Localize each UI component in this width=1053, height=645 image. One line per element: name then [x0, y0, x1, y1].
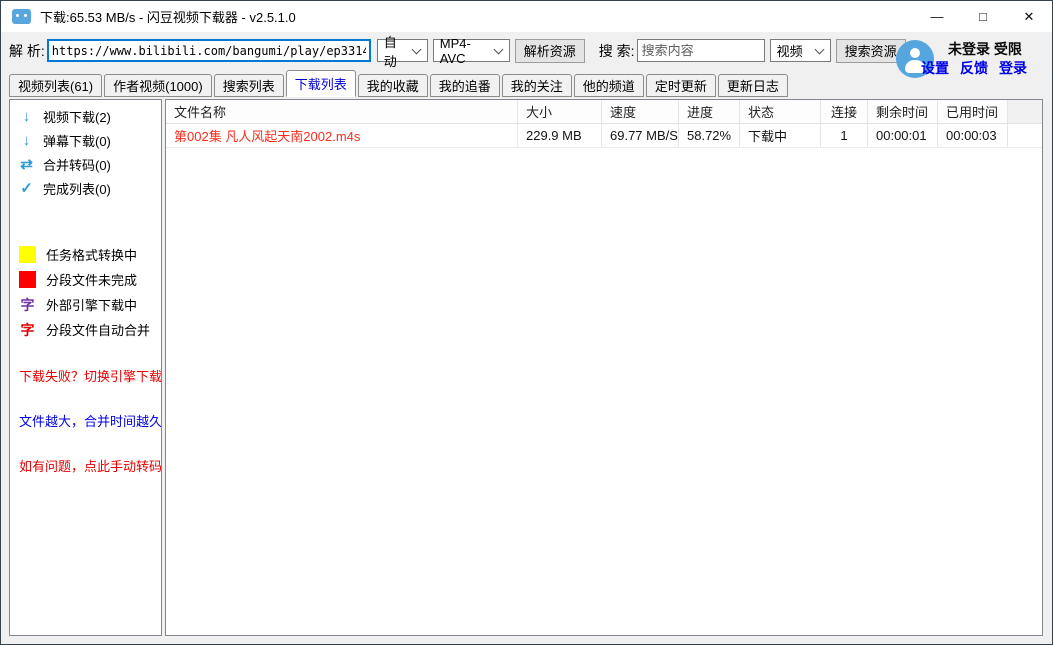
toolbar: 解 析: 自动 MP4-AVC 解析资源 搜 索: 视频 搜索资源: [1, 32, 1052, 69]
note-merge-time: 文件越大，合并时间越久: [10, 411, 161, 430]
parse-resource-button[interactable]: 解析资源: [515, 39, 585, 63]
sidebar-item-label: 弹幕下载(0): [43, 131, 111, 150]
column-header-filler: [1008, 100, 1042, 123]
cell-speed: 69.77 MB/S: [602, 124, 679, 147]
search-type-value: 视频: [777, 41, 803, 60]
chevron-down-icon: [411, 44, 421, 54]
tab-search-list[interactable]: 搜索列表: [214, 74, 284, 97]
red-char-icon: 字: [19, 320, 36, 340]
download-icon: ↓: [19, 108, 34, 125]
table-header: 文件名称 大小 速度 进度 状态 连接 剩余时间 已用时间: [166, 100, 1042, 124]
legend-auto-merge: 字 分段文件自动合并: [10, 317, 161, 342]
cell-remaining: 00:00:01: [868, 124, 938, 147]
sidebar: ↓ 视频下载(2) ↓ 弹幕下载(0) ⇄ 合并转码(0) ✓ 完成列表(0) …: [9, 99, 162, 636]
cell-size: 229.9 MB: [518, 124, 602, 147]
table-row[interactable]: 第002集 凡人风起天南2002.m4s 229.9 MB 69.77 MB/S…: [166, 124, 1042, 148]
sidebar-item-label: 完成列表(0): [43, 179, 111, 198]
tab-download-list[interactable]: 下载列表: [286, 70, 356, 97]
url-input[interactable]: [47, 39, 371, 62]
tab-scheduled-update[interactable]: 定时更新: [646, 74, 716, 97]
window-controls: — □ ✕: [914, 1, 1052, 32]
tab-video-list[interactable]: 视频列表(61): [9, 74, 102, 97]
sidebar-item-completed-list[interactable]: ✓ 完成列表(0): [10, 176, 161, 200]
cell-filename: 第002集 凡人风起天南2002.m4s: [166, 124, 518, 147]
title-bar: 下载:65.53 MB/s - 闪豆视频下载器 - v2.5.1.0 — □ ✕: [1, 1, 1052, 32]
tab-changelog[interactable]: 更新日志: [718, 74, 788, 97]
window-title: 下载:65.53 MB/s - 闪豆视频下载器 - v2.5.1.0: [40, 7, 296, 26]
sidebar-item-merge-transcode[interactable]: ⇄ 合并转码(0): [10, 152, 161, 176]
legend-label: 任务格式转换中: [46, 245, 137, 264]
check-icon: ✓: [19, 179, 34, 197]
minimize-icon[interactable]: —: [914, 1, 960, 32]
tab-my-follows[interactable]: 我的关注: [502, 74, 572, 97]
close-icon[interactable]: ✕: [1006, 1, 1052, 32]
red-swatch-icon: [19, 271, 36, 288]
column-header-connections[interactable]: 连接: [821, 100, 868, 123]
tab-my-favorites[interactable]: 我的收藏: [358, 74, 428, 97]
sidebar-item-danmaku-download[interactable]: ↓ 弹幕下载(0): [10, 128, 161, 152]
legend-segment-incomplete: 分段文件未完成: [10, 267, 161, 292]
column-header-filename[interactable]: 文件名称: [166, 100, 518, 123]
maximize-icon[interactable]: □: [960, 1, 1006, 32]
column-header-size[interactable]: 大小: [518, 100, 602, 123]
tab-his-channel[interactable]: 他的频道: [574, 74, 644, 97]
download-table: 文件名称 大小 速度 进度 状态 连接 剩余时间 已用时间 第002集 凡人风起…: [165, 99, 1043, 636]
column-header-elapsed[interactable]: 已用时间: [938, 100, 1008, 123]
column-header-speed[interactable]: 速度: [602, 100, 679, 123]
cell-connections: 1: [821, 124, 868, 147]
sidebar-item-label: 视频下载(2): [43, 107, 111, 126]
tab-bar: 视频列表(61) 作者视频(1000) 搜索列表 下载列表 我的收藏 我的追番 …: [1, 69, 1052, 97]
column-header-status[interactable]: 状态: [740, 100, 821, 123]
download-icon: ↓: [19, 132, 34, 149]
chevron-down-icon: [814, 44, 824, 54]
cell-status: 下载中: [740, 124, 821, 147]
cell-progress: 58.72%: [679, 124, 740, 147]
search-label: 搜 索:: [599, 41, 635, 61]
column-header-progress[interactable]: 进度: [679, 100, 740, 123]
sidebar-item-label: 合并转码(0): [43, 155, 111, 174]
cell-elapsed: 00:00:03: [938, 124, 1008, 147]
yellow-swatch-icon: [19, 246, 36, 263]
mode-select-value: 自动: [384, 32, 405, 70]
tab-my-bangumi[interactable]: 我的追番: [430, 74, 500, 97]
format-select-value: MP4-AVC: [440, 36, 487, 66]
tab-author-videos[interactable]: 作者视频(1000): [104, 74, 212, 97]
legend: 任务格式转换中 分段文件未完成 字 外部引擎下载中 字 分段文件自动合并: [10, 242, 161, 342]
chevron-down-icon: [493, 44, 503, 54]
note-switch-engine[interactable]: 下载失败？切换引擎下载: [10, 366, 161, 385]
note-manual-transcode[interactable]: 如有问题，点此手动转码: [10, 456, 161, 475]
parse-label: 解 析:: [9, 41, 45, 61]
app-window: 下载:65.53 MB/s - 闪豆视频下载器 - v2.5.1.0 — □ ✕…: [0, 0, 1053, 645]
legend-label: 分段文件自动合并: [46, 320, 150, 339]
swap-arrows-icon: ⇄: [19, 155, 34, 173]
app-icon: [12, 9, 31, 24]
search-type-select[interactable]: 视频: [770, 39, 831, 62]
legend-label: 外部引擎下载中: [46, 295, 137, 314]
legend-label: 分段文件未完成: [46, 270, 137, 289]
mode-select[interactable]: 自动: [377, 39, 428, 62]
cell-filler: [1008, 124, 1042, 147]
sidebar-item-video-download[interactable]: ↓ 视频下载(2): [10, 104, 161, 128]
search-input[interactable]: [637, 39, 765, 62]
format-select[interactable]: MP4-AVC: [433, 39, 510, 62]
login-status: 未登录 受限: [948, 39, 1022, 59]
legend-transcoding: 任务格式转换中: [10, 242, 161, 267]
purple-char-icon: 字: [19, 295, 36, 315]
legend-external-engine: 字 外部引擎下载中: [10, 292, 161, 317]
column-header-remaining[interactable]: 剩余时间: [868, 100, 938, 123]
